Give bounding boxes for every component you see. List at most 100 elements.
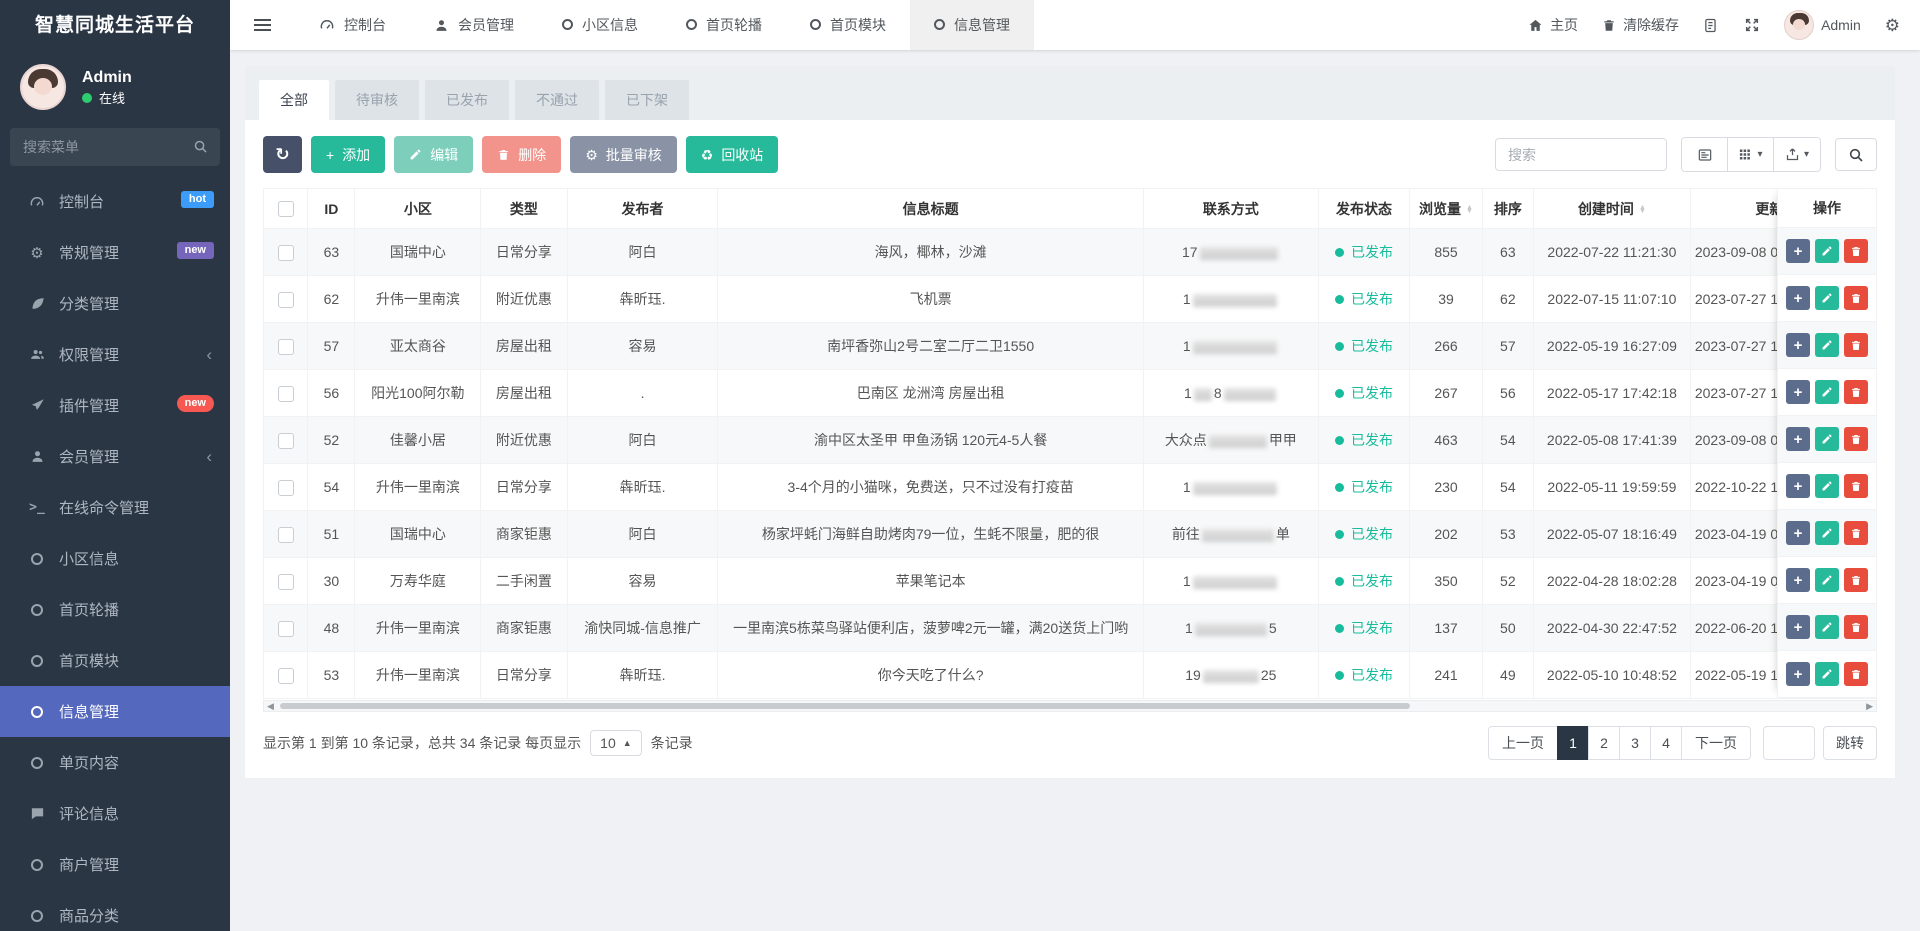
sidebar-item-会员管理[interactable]: 会员管理‹: [0, 431, 230, 482]
page-button-3[interactable]: 3: [1619, 726, 1651, 760]
sidebar-item-评论信息[interactable]: 评论信息: [0, 788, 230, 839]
scroll-left-icon[interactable]: ◀: [267, 702, 274, 711]
topbar-tab-会员管理[interactable]: 会员管理: [410, 0, 538, 50]
sidebar-item-首页轮播[interactable]: 首页轮播: [0, 584, 230, 635]
edit-row-button[interactable]: [1815, 662, 1839, 686]
add-button[interactable]: +添加: [311, 136, 385, 173]
edit-row-button[interactable]: [1815, 333, 1839, 357]
column-header-浏览量[interactable]: 浏览量▲▼: [1410, 189, 1482, 229]
columns-button[interactable]: ▾: [1728, 138, 1774, 171]
edit-row-button[interactable]: [1815, 521, 1839, 545]
edit-button[interactable]: 编辑: [394, 136, 473, 173]
page-size-select[interactable]: 10 ▲: [590, 730, 642, 756]
more-button[interactable]: +: [1786, 615, 1810, 639]
sidebar-item-在线命令管理[interactable]: >_在线命令管理: [0, 482, 230, 533]
card-view-button[interactable]: [1682, 138, 1728, 171]
row-checkbox[interactable]: [278, 386, 294, 402]
settings-gears-icon[interactable]: ⚙: [1885, 17, 1900, 34]
page-button-2[interactable]: 2: [1588, 726, 1620, 760]
delete-row-button[interactable]: [1844, 380, 1868, 404]
filter-tab-全部[interactable]: 全部: [259, 80, 329, 120]
topbar-user[interactable]: Admin: [1784, 10, 1861, 40]
delete-row-button[interactable]: [1844, 615, 1868, 639]
horizontal-scrollbar[interactable]: ◀ ▶: [263, 700, 1877, 712]
edit-row-button[interactable]: [1815, 239, 1839, 263]
page-button-1[interactable]: 1: [1557, 726, 1589, 760]
delete-row-button[interactable]: [1844, 474, 1868, 498]
sidebar-item-插件管理[interactable]: 插件管理new: [0, 380, 230, 431]
scrollbar-thumb[interactable]: [280, 703, 1410, 709]
jump-page-input[interactable]: [1763, 726, 1815, 760]
scroll-right-icon[interactable]: ▶: [1866, 702, 1873, 711]
refresh-button[interactable]: ↻: [263, 136, 302, 173]
filter-tab-不通过[interactable]: 不通过: [515, 80, 599, 120]
sidebar-item-小区信息[interactable]: 小区信息: [0, 533, 230, 584]
jump-button[interactable]: 跳转: [1823, 726, 1877, 760]
sidebar-item-首页模块[interactable]: 首页模块: [0, 635, 230, 686]
delete-row-button[interactable]: [1844, 333, 1868, 357]
delete-row-button[interactable]: [1844, 239, 1868, 263]
sidebar-item-控制台[interactable]: 控制台hot: [0, 176, 230, 227]
more-button[interactable]: +: [1786, 474, 1810, 498]
home-link[interactable]: 主页: [1528, 15, 1578, 35]
delete-row-button[interactable]: [1844, 521, 1868, 545]
sort-icon[interactable]: ▲▼: [1466, 206, 1473, 214]
row-checkbox[interactable]: [278, 292, 294, 308]
sidebar-item-商户管理[interactable]: 商户管理: [0, 839, 230, 890]
delete-button[interactable]: 删除: [482, 136, 561, 173]
row-checkbox[interactable]: [278, 339, 294, 355]
row-checkbox[interactable]: [278, 433, 294, 449]
row-checkbox[interactable]: [278, 668, 294, 684]
edit-row-button[interactable]: [1815, 286, 1839, 310]
edit-row-button[interactable]: [1815, 380, 1839, 404]
row-checkbox[interactable]: [278, 480, 294, 496]
fullscreen-icon[interactable]: [1744, 17, 1760, 33]
topbar-tab-小区信息[interactable]: 小区信息: [538, 0, 662, 50]
document-icon[interactable]: [1703, 17, 1720, 34]
filter-tab-已下架[interactable]: 已下架: [605, 80, 689, 120]
sidebar-item-信息管理[interactable]: 信息管理: [0, 686, 230, 737]
row-checkbox[interactable]: [278, 527, 294, 543]
more-button[interactable]: +: [1786, 521, 1810, 545]
table-search-input[interactable]: [1495, 138, 1667, 171]
sidebar-item-商品分类[interactable]: 商品分类: [0, 890, 230, 931]
sidebar-search-input[interactable]: [10, 128, 220, 166]
edit-row-button[interactable]: [1815, 474, 1839, 498]
filter-tab-已发布[interactable]: 已发布: [425, 80, 509, 120]
row-checkbox[interactable]: [278, 245, 294, 261]
delete-row-button[interactable]: [1844, 568, 1868, 592]
topbar-tab-信息管理[interactable]: 信息管理: [910, 0, 1034, 50]
select-all-checkbox[interactable]: [278, 201, 294, 217]
page-button-4[interactable]: 4: [1650, 726, 1682, 760]
sidebar-item-分类管理[interactable]: 分类管理: [0, 278, 230, 329]
delete-row-button[interactable]: [1844, 427, 1868, 451]
more-button[interactable]: +: [1786, 380, 1810, 404]
batch-audit-button[interactable]: ⚙批量审核: [570, 136, 677, 173]
edit-row-button[interactable]: [1815, 427, 1839, 451]
delete-row-button[interactable]: [1844, 286, 1868, 310]
sort-icon[interactable]: ▲▼: [1639, 206, 1646, 214]
more-button[interactable]: +: [1786, 427, 1810, 451]
recycle-bin-button[interactable]: ♻回收站: [686, 136, 779, 173]
next-page-button[interactable]: 下一页: [1681, 726, 1751, 760]
more-button[interactable]: +: [1786, 333, 1810, 357]
search-submit-button[interactable]: [1835, 138, 1877, 171]
topbar-tab-控制台[interactable]: 控制台: [295, 0, 410, 50]
sidebar-item-常规管理[interactable]: ⚙常规管理new: [0, 227, 230, 278]
clear-cache-button[interactable]: 清除缓存: [1602, 15, 1679, 35]
more-button[interactable]: +: [1786, 662, 1810, 686]
topbar-tab-首页模块[interactable]: 首页模块: [786, 0, 910, 50]
more-button[interactable]: +: [1786, 239, 1810, 263]
export-button[interactable]: ▾: [1774, 138, 1820, 171]
edit-row-button[interactable]: [1815, 615, 1839, 639]
sidebar-item-单页内容[interactable]: 单页内容: [0, 737, 230, 788]
edit-row-button[interactable]: [1815, 568, 1839, 592]
row-checkbox[interactable]: [278, 574, 294, 590]
topbar-tab-首页轮播[interactable]: 首页轮播: [662, 0, 786, 50]
avatar[interactable]: [20, 64, 66, 110]
sidebar-item-权限管理[interactable]: 权限管理‹: [0, 329, 230, 380]
column-header-创建时间[interactable]: 创建时间▲▼: [1533, 189, 1690, 229]
sidebar-toggle-button[interactable]: [230, 0, 295, 50]
delete-row-button[interactable]: [1844, 662, 1868, 686]
more-button[interactable]: +: [1786, 568, 1810, 592]
